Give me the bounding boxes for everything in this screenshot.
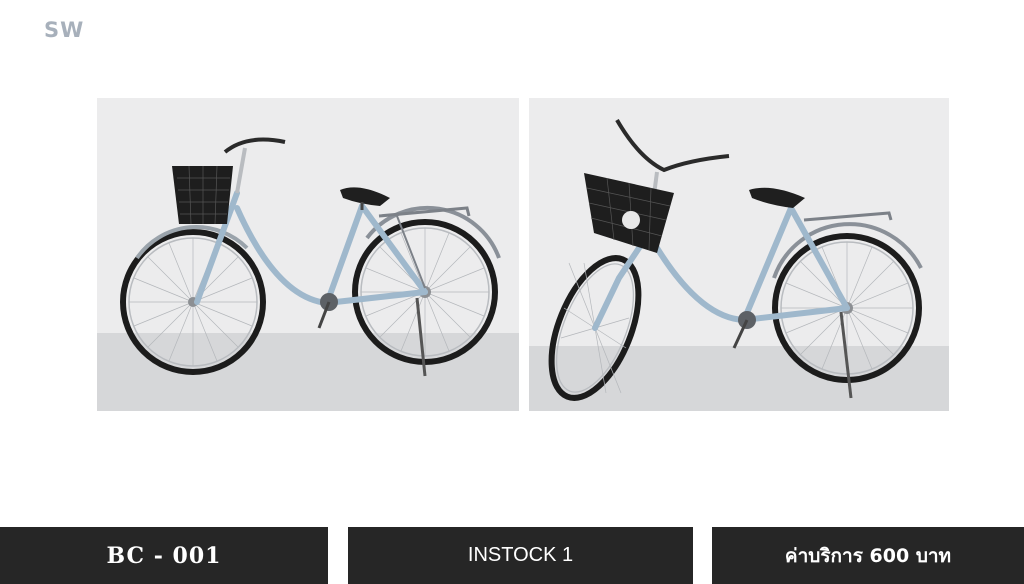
stock-status: INSTOCK 1 bbox=[467, 544, 574, 566]
product-code: BC - 001 bbox=[106, 542, 222, 569]
stock-status-bar: INSTOCK 1 bbox=[348, 527, 693, 584]
bicycle-photo-angle bbox=[529, 98, 949, 411]
brand-logo: SW bbox=[44, 18, 85, 42]
front-basket bbox=[172, 165, 233, 225]
product-code-bar: BC - 001 bbox=[0, 527, 328, 584]
bicycle-photo-side bbox=[97, 98, 519, 411]
front-wheel bbox=[120, 229, 266, 375]
service-price: ค่าบริการ 600 บาท bbox=[784, 544, 952, 567]
service-price-bar: ค่าบริการ 600 บาท bbox=[712, 527, 1024, 584]
